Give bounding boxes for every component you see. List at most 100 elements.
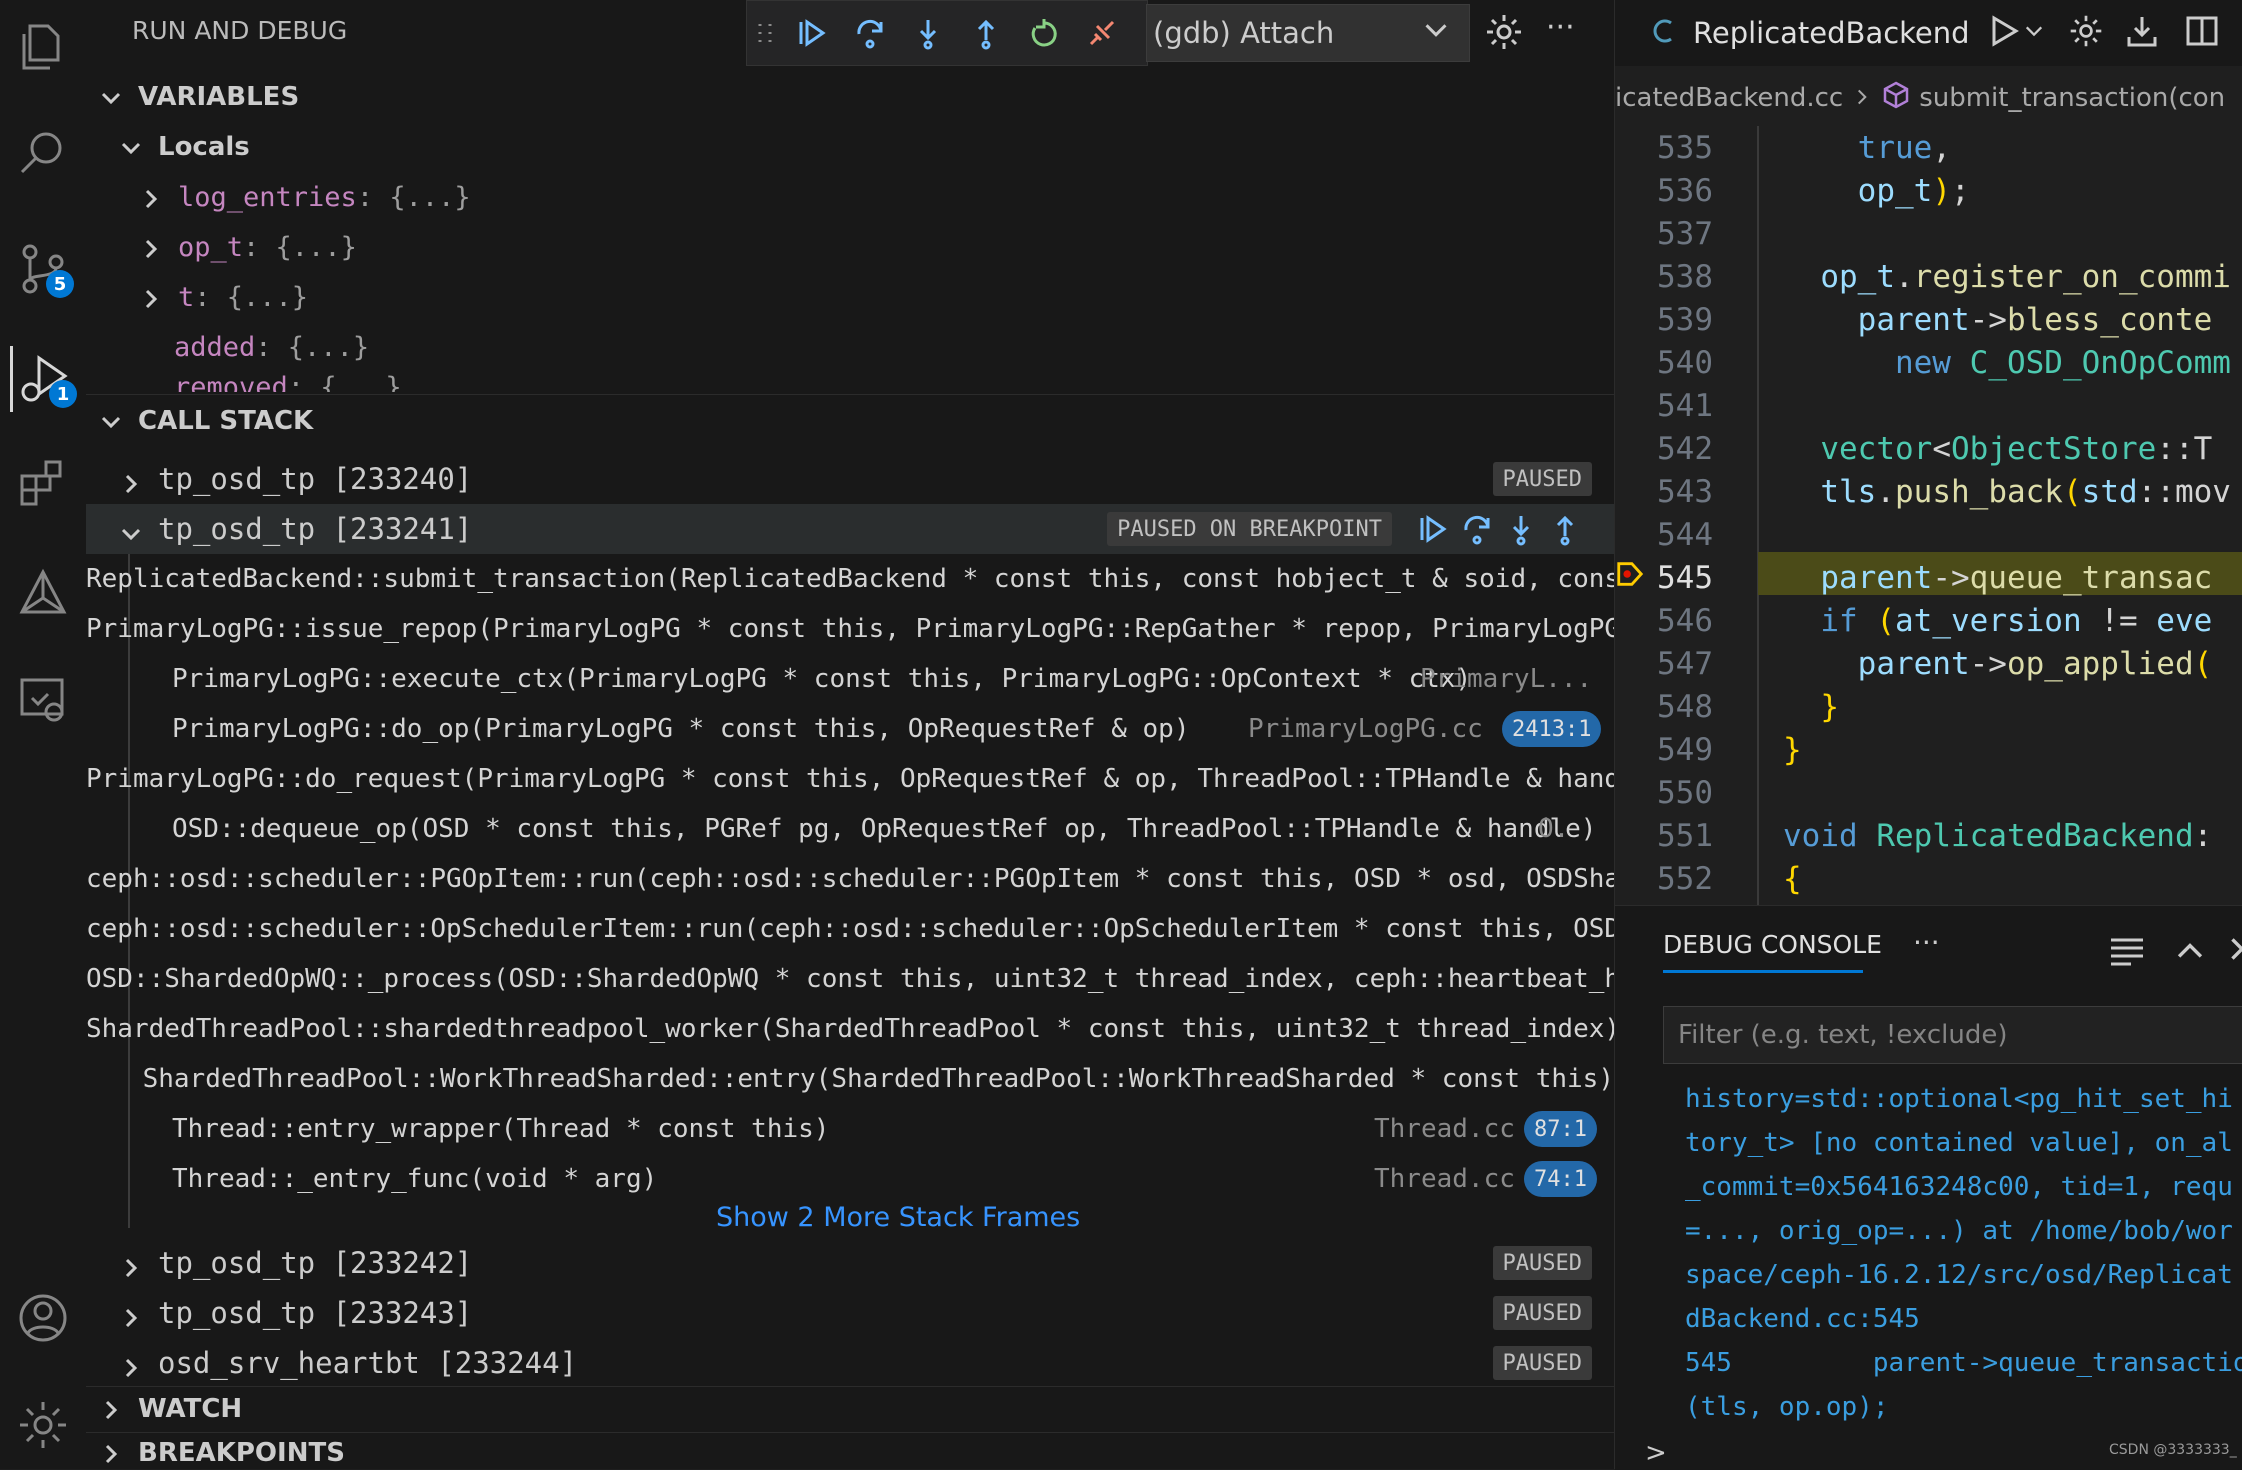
extensions-icon[interactable] bbox=[10, 450, 76, 516]
stack-frame[interactable]: ceph::osd::scheduler::OpSchedulerItem::r… bbox=[86, 904, 1614, 954]
stack-frame[interactable]: ShardedThreadPool::WorkThreadSharded::en… bbox=[86, 1054, 1614, 1104]
code-line[interactable]: 537 bbox=[1615, 212, 2242, 255]
line-number[interactable]: 538 bbox=[1615, 259, 1735, 295]
line-number[interactable]: 540 bbox=[1615, 345, 1735, 381]
code-line[interactable]: 546 if (at_version != eve bbox=[1615, 599, 2242, 642]
line-number[interactable]: 549 bbox=[1615, 732, 1735, 768]
source-control-icon[interactable]: 5 bbox=[10, 236, 76, 302]
breakpoints-section-header[interactable]: BREAKPOINTS bbox=[86, 1434, 1614, 1469]
code-line[interactable]: 542 vector<ObjectStore::T bbox=[1615, 427, 2242, 470]
thread-row[interactable]: tp_osd_tp [233242] PAUSED bbox=[86, 1238, 1614, 1288]
breadcrumb-file[interactable]: icatedBackend.cc bbox=[1615, 83, 1843, 113]
stack-frame[interactable]: PrimaryLogPG::do_request(PrimaryLogPG * … bbox=[86, 754, 1614, 804]
line-number[interactable]: 551 bbox=[1615, 818, 1735, 854]
code-line[interactable]: 535 true, bbox=[1615, 126, 2242, 169]
code-line[interactable]: 541 bbox=[1615, 384, 2242, 427]
console-prompt[interactable]: > bbox=[1645, 1438, 1667, 1468]
line-number[interactable]: 536 bbox=[1615, 173, 1735, 209]
chevron-down-icon[interactable] bbox=[2024, 21, 2044, 45]
stack-frame[interactable]: PrimaryLogPG::execute_ctx(PrimaryLogPG *… bbox=[86, 654, 1614, 704]
thread-continue-icon[interactable] bbox=[1416, 512, 1450, 553]
continue-icon[interactable] bbox=[783, 4, 841, 62]
line-number[interactable]: 541 bbox=[1615, 388, 1735, 424]
step-out-icon[interactable] bbox=[957, 4, 1015, 62]
thread-row[interactable]: tp_osd_tp [233240] PAUSED bbox=[86, 454, 1614, 504]
variable-item[interactable]: removed: {...} bbox=[86, 372, 1614, 392]
line-number[interactable]: 545 bbox=[1615, 560, 1735, 596]
line-number[interactable]: 547 bbox=[1615, 646, 1735, 682]
thread-step-out-icon[interactable] bbox=[1548, 512, 1582, 553]
debug-settings-gear-icon[interactable] bbox=[1484, 12, 1524, 56]
code-line[interactable]: 548 } bbox=[1615, 685, 2242, 728]
code-line[interactable]: 544 bbox=[1615, 513, 2242, 556]
clear-console-icon[interactable] bbox=[2109, 936, 2145, 970]
variable-item[interactable]: log_entries: {...} bbox=[86, 172, 1614, 222]
account-icon[interactable] bbox=[10, 1285, 76, 1351]
line-number[interactable]: 535 bbox=[1615, 130, 1735, 166]
explorer-icon[interactable] bbox=[10, 14, 76, 80]
code-line[interactable]: 551 void ReplicatedBackend: bbox=[1615, 814, 2242, 857]
thread-row[interactable]: osd_srv_heartbt [233244] PAUSED bbox=[86, 1338, 1614, 1388]
thread-step-over-icon[interactable] bbox=[1460, 512, 1494, 553]
line-number[interactable]: 539 bbox=[1615, 302, 1735, 338]
call-stack-section-header[interactable]: CALL STACK bbox=[86, 398, 1614, 444]
cmake-icon[interactable] bbox=[10, 560, 76, 626]
stack-frame[interactable]: OSD::ShardedOpWQ::_process(OSD::ShardedO… bbox=[86, 954, 1614, 1004]
editor-tab-title[interactable]: ReplicatedBackend bbox=[1693, 16, 1970, 50]
variable-item[interactable]: t: {...} bbox=[86, 272, 1614, 322]
download-icon[interactable] bbox=[2124, 13, 2160, 53]
code-line[interactable]: 549} bbox=[1615, 728, 2242, 771]
code-line[interactable]: 540 new C_OSD_OnOpComm bbox=[1615, 341, 2242, 384]
active-thread-row[interactable]: tp_osd_tp [233241] PAUSED ON BREAKPOINT bbox=[86, 504, 1614, 554]
locals-scope[interactable]: Locals bbox=[86, 122, 1614, 172]
step-into-icon[interactable] bbox=[899, 4, 957, 62]
line-number[interactable]: 552 bbox=[1615, 861, 1735, 897]
stack-frame[interactable]: PrimaryLogPG::issue_repop(PrimaryLogPG *… bbox=[86, 604, 1614, 654]
more-actions-icon[interactable]: ··· bbox=[1546, 10, 1575, 45]
code-line[interactable]: 536 op_t); bbox=[1615, 169, 2242, 212]
stack-frame[interactable]: Thread::entry_wrapper(Thread * const thi… bbox=[86, 1104, 1614, 1154]
run-debug-icon[interactable]: 1 bbox=[10, 346, 79, 412]
stack-frame[interactable]: ShardedThreadPool::shardedthreadpool_wor… bbox=[86, 1004, 1614, 1054]
split-editor-icon[interactable] bbox=[2184, 13, 2220, 53]
code-line[interactable]: 543 tls.push_back(std::mov bbox=[1615, 470, 2242, 513]
remote-explorer-icon[interactable] bbox=[10, 668, 76, 734]
run-file-icon[interactable] bbox=[1986, 12, 2024, 54]
console-filter-input[interactable]: Filter (e.g. text, !exclude) bbox=[1663, 1006, 2242, 1064]
debug-console-tab[interactable]: DEBUG CONSOLE bbox=[1663, 930, 1882, 959]
code-line[interactable]: 545 parent->queue_transac bbox=[1615, 556, 2242, 599]
search-icon[interactable] bbox=[10, 120, 76, 186]
maximize-panel-icon[interactable] bbox=[2175, 936, 2205, 970]
show-more-frames-link[interactable]: Show 2 More Stack Frames bbox=[716, 1202, 1080, 1233]
stack-frame[interactable]: ReplicatedBackend::submit_transaction(Re… bbox=[86, 554, 1614, 604]
breadcrumb-symbol[interactable]: submit_transaction(con bbox=[1919, 83, 2225, 113]
drag-handle-icon[interactable] bbox=[747, 4, 783, 62]
line-number[interactable]: 542 bbox=[1615, 431, 1735, 467]
stack-frame[interactable]: ceph::osd::scheduler::PGOpItem::run(ceph… bbox=[86, 854, 1614, 904]
code-line[interactable]: 547 parent->op_applied( bbox=[1615, 642, 2242, 685]
stack-frame[interactable]: OSD::dequeue_op(OSD * const this, PGRef … bbox=[86, 804, 1614, 854]
code-line[interactable]: 538 op_t.register_on_commi bbox=[1615, 255, 2242, 298]
editor-settings-gear-icon[interactable] bbox=[2068, 13, 2104, 53]
step-over-icon[interactable] bbox=[841, 4, 899, 62]
disconnect-icon[interactable] bbox=[1073, 4, 1131, 62]
variable-item[interactable]: added: {...} bbox=[86, 322, 1614, 372]
launch-config-select[interactable]: (gdb) Attach bbox=[1146, 4, 1470, 62]
line-number[interactable]: 548 bbox=[1615, 689, 1735, 725]
stack-frame[interactable]: PrimaryLogPG::do_op(PrimaryLogPG * const… bbox=[86, 704, 1614, 754]
panel-more-icon[interactable]: ··· bbox=[1913, 926, 1940, 959]
close-panel-icon[interactable] bbox=[2227, 934, 2242, 968]
code-line[interactable]: 539 parent->bless_conte bbox=[1615, 298, 2242, 341]
line-number[interactable]: 537 bbox=[1615, 216, 1735, 252]
thread-step-into-icon[interactable] bbox=[1504, 512, 1538, 553]
line-number[interactable]: 546 bbox=[1615, 603, 1735, 639]
line-number[interactable]: 544 bbox=[1615, 517, 1735, 553]
variable-item[interactable]: op_t: {...} bbox=[86, 222, 1614, 272]
code-area[interactable]: 535 true, 536 op_t); 537 538 op_t.register_… bbox=[1615, 126, 2242, 905]
code-line[interactable]: 552 { bbox=[1615, 857, 2242, 900]
stack-frame[interactable]: Thread::_entry_func(void * arg) Thread.c… bbox=[86, 1154, 1614, 1204]
code-line[interactable]: 550 bbox=[1615, 771, 2242, 814]
variables-section-header[interactable]: VARIABLES bbox=[86, 74, 1614, 120]
line-number[interactable]: 550 bbox=[1615, 775, 1735, 811]
line-number[interactable]: 543 bbox=[1615, 474, 1735, 510]
